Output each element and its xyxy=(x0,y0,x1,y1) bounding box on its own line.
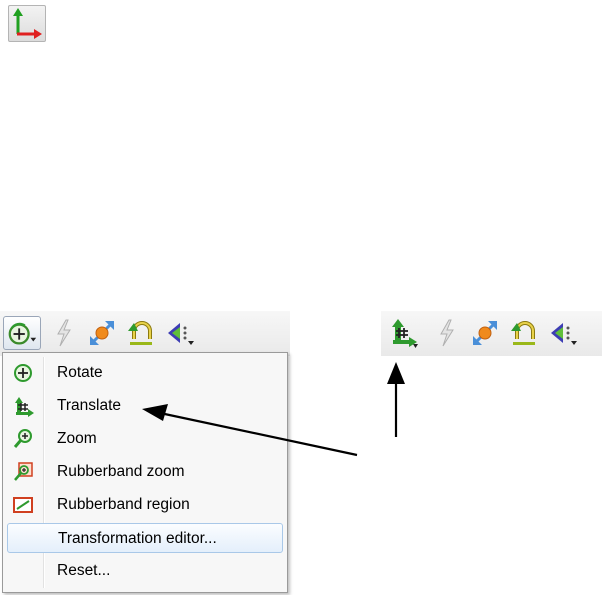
view-toolbar-translate-mode xyxy=(381,311,602,356)
menu-item-rotate[interactable]: Rotate xyxy=(7,358,283,388)
lightning-icon[interactable] xyxy=(431,317,463,349)
undo-arc-icon[interactable] xyxy=(124,317,156,349)
menu-item-rubberband-zoom[interactable]: Rubberband zoom xyxy=(7,457,283,487)
undo-arc-icon[interactable] xyxy=(507,317,539,349)
rubberband-region-icon xyxy=(13,497,33,513)
eye-dropdown-icon[interactable] xyxy=(547,317,579,349)
translate-icon xyxy=(15,397,34,417)
menu-item-label: Rotate xyxy=(57,364,103,381)
eye-dropdown-icon[interactable] xyxy=(164,317,196,349)
arrow-head-up xyxy=(387,362,405,384)
rubberband-zoom-icon xyxy=(14,462,33,481)
menu-item-translate[interactable]: Translate xyxy=(7,391,283,421)
menu-item-label: Transformation editor... xyxy=(58,530,217,547)
menu-item-label: Reset... xyxy=(57,562,111,579)
zoom-icon xyxy=(13,429,32,448)
menu-item-label: Rubberband region xyxy=(57,496,190,513)
coordinate-axes-icon xyxy=(13,8,42,39)
scale-arrows-icon[interactable] xyxy=(86,317,118,349)
menu-item-reset[interactable]: Reset... xyxy=(7,556,283,586)
scale-arrows-icon[interactable] xyxy=(469,317,501,349)
view-mode-menu: Rotate Translate Zoom Rubberband zoom Ru… xyxy=(2,352,288,593)
translate-icon[interactable] xyxy=(387,317,419,349)
menu-item-label: Zoom xyxy=(57,430,97,447)
menu-item-label: Translate xyxy=(57,397,122,414)
view-mode-dropdown-button[interactable] xyxy=(3,316,41,350)
rotate-plus-icon xyxy=(8,322,37,345)
menu-item-zoom[interactable]: Zoom xyxy=(7,424,283,454)
view-toolbar xyxy=(0,311,290,356)
menu-item-label: Rubberband zoom xyxy=(57,463,185,480)
lightning-icon[interactable] xyxy=(48,317,80,349)
rotate-icon xyxy=(14,364,32,382)
axis-triad-button[interactable] xyxy=(8,5,46,42)
menu-item-rubberband-region[interactable]: Rubberband region xyxy=(7,490,283,520)
menu-item-transformation-editor[interactable]: Transformation editor... xyxy=(7,523,283,553)
